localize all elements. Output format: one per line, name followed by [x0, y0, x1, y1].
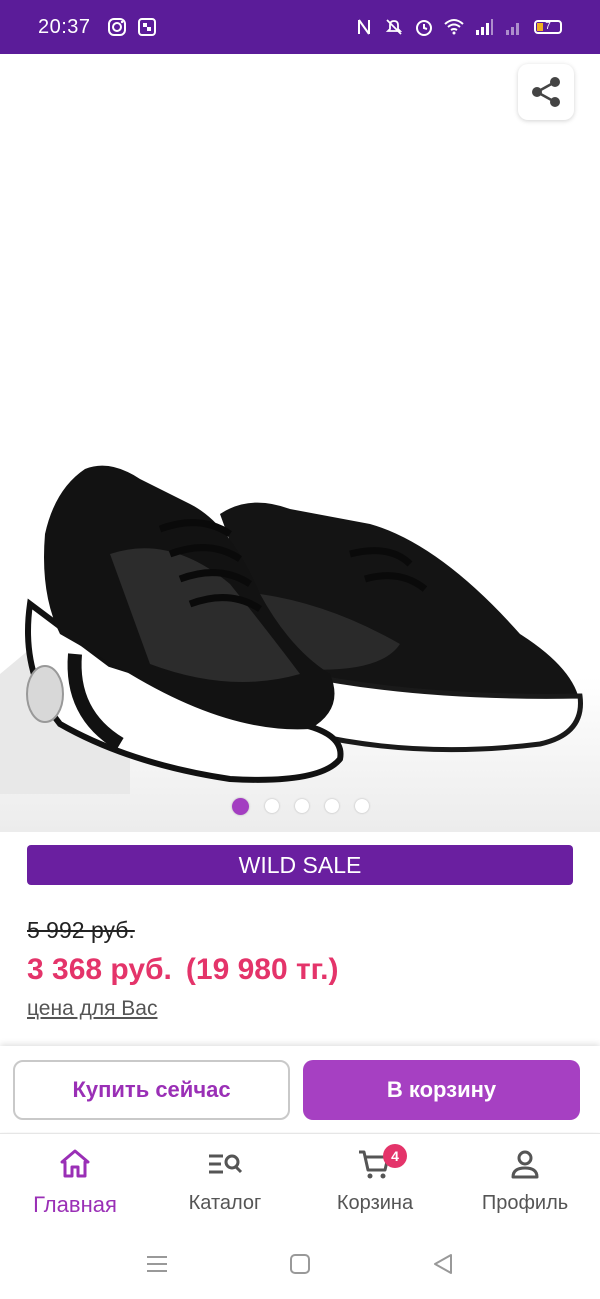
nav-label-catalog: Каталог	[188, 1192, 262, 1214]
share-icon	[532, 77, 560, 107]
nfc-icon	[358, 19, 370, 35]
price-note-link[interactable]: цена для Вас	[27, 997, 157, 1021]
signal-2-icon	[506, 23, 519, 35]
action-bar: Купить сейчас В корзину	[0, 1046, 600, 1132]
home-icon	[57, 1146, 93, 1182]
battery-level: 7	[545, 21, 551, 32]
gallery-dot[interactable]	[324, 799, 339, 813]
instagram-icon	[107, 18, 126, 36]
gallery-dot[interactable]	[354, 799, 369, 813]
gallery-dot[interactable]	[231, 798, 249, 815]
nav-item-cart[interactable]: 4 Корзина	[300, 1134, 450, 1229]
bottom-nav: Главная Каталог 4 Корзина Профиль	[0, 1133, 600, 1229]
gallery-dot[interactable]	[294, 799, 309, 813]
nav-item-profile[interactable]: Профиль	[450, 1134, 600, 1229]
wifi-icon	[444, 19, 464, 35]
app-notification-icon	[137, 18, 156, 36]
back-icon[interactable]	[431, 1252, 455, 1276]
share-button[interactable]	[518, 64, 574, 120]
old-price: 5 992 руб.	[27, 917, 135, 943]
catalog-search-icon	[207, 1146, 243, 1182]
product-image	[0, 465, 583, 794]
add-to-cart-button[interactable]: В корзину	[303, 1060, 580, 1120]
profile-icon	[507, 1146, 543, 1182]
nav-item-catalog[interactable]: Каталог	[150, 1134, 300, 1229]
status-time: 20:37	[38, 15, 91, 38]
nav-item-home[interactable]: Главная	[0, 1134, 150, 1229]
gallery-dot[interactable]	[264, 799, 279, 813]
current-price: 3 368 руб.	[27, 953, 172, 986]
nav-label-home: Главная	[33, 1192, 117, 1217]
gallery-pagination[interactable]	[0, 798, 600, 815]
sale-banner: WILD SALE	[27, 845, 573, 885]
current-price-row: 3 368 руб. (19 980 тг.)	[27, 953, 338, 987]
status-bar: 20:37 7	[0, 0, 600, 54]
home-system-icon[interactable]	[289, 1253, 311, 1275]
alarm-icon	[416, 20, 432, 36]
signal-icon	[476, 19, 493, 35]
product-gallery[interactable]	[0, 54, 600, 832]
recents-icon[interactable]	[145, 1253, 169, 1275]
nav-label-cart: Корзина	[336, 1192, 414, 1214]
mute-icon	[385, 19, 403, 35]
battery-icon: 7	[534, 20, 562, 34]
price-tenge: (19 980 тг.)	[185, 953, 339, 986]
system-nav-bar	[0, 1229, 600, 1299]
buy-now-button[interactable]: Купить сейчас	[13, 1060, 290, 1120]
cart-badge: 4	[383, 1144, 407, 1168]
nav-label-profile: Профиль	[481, 1192, 569, 1214]
